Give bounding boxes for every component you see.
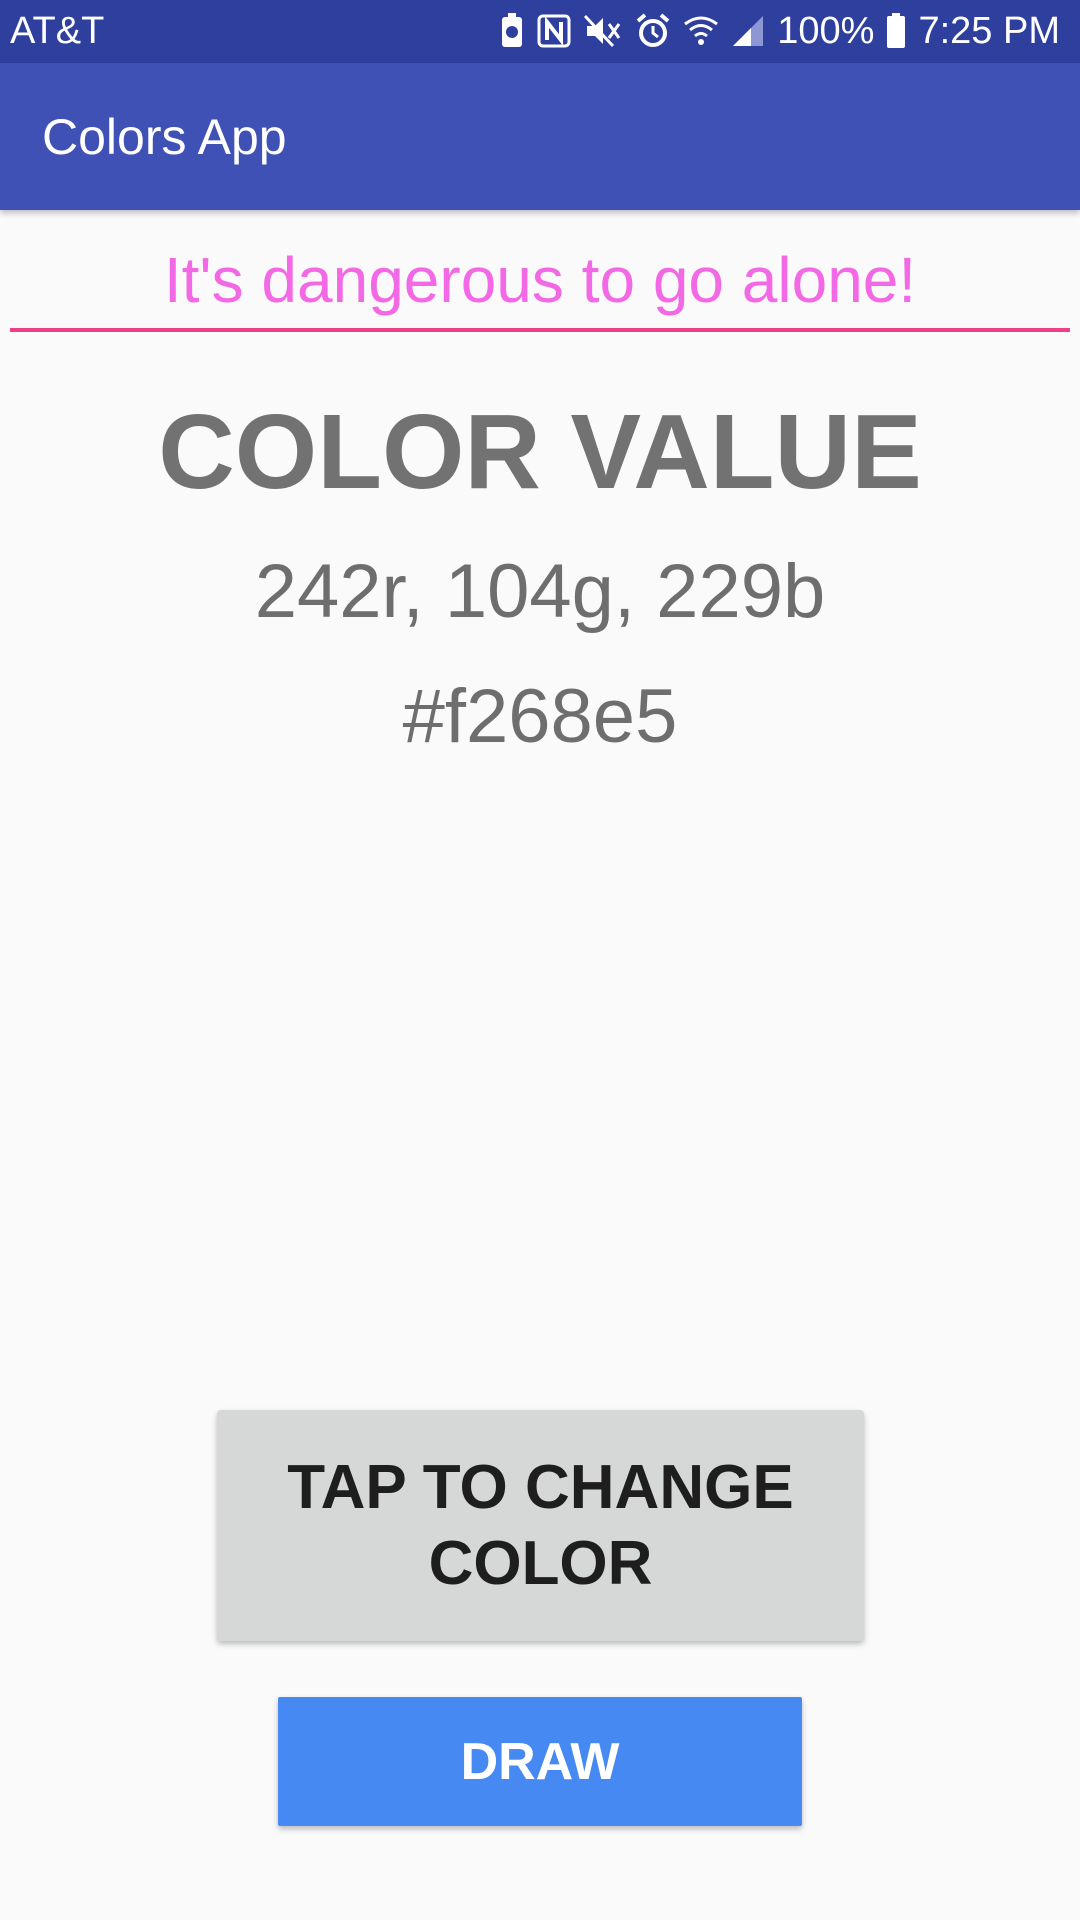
hex-value: #f268e5 (402, 674, 678, 759)
draw-button[interactable]: DRAW (278, 1697, 802, 1826)
color-value-heading: COLOR VALUE (158, 393, 922, 511)
alarm-icon (635, 13, 671, 49)
message-input[interactable] (10, 232, 1070, 328)
carrier-label: AT&T (10, 10, 105, 52)
message-field[interactable] (10, 232, 1070, 332)
status-bar: AT&T 100% 7:25 PM (0, 0, 1080, 63)
battery-percent: 100% (777, 10, 875, 52)
app-title: Colors App (42, 109, 287, 165)
rgb-value: 242r, 104g, 229b (254, 549, 826, 634)
app-bar: Colors App (0, 63, 1080, 210)
nfc-icon (537, 14, 571, 48)
change-color-button[interactable]: TAP TO CHANGE COLOR (217, 1410, 864, 1641)
status-icons: 100% 7:25 PM (499, 8, 1060, 54)
clock: 7:25 PM (918, 10, 1060, 52)
wifi-icon (683, 14, 719, 48)
battery-saver-icon (499, 13, 525, 49)
signal-icon (731, 14, 765, 48)
battery-icon (886, 13, 906, 49)
mute-icon (583, 14, 623, 48)
